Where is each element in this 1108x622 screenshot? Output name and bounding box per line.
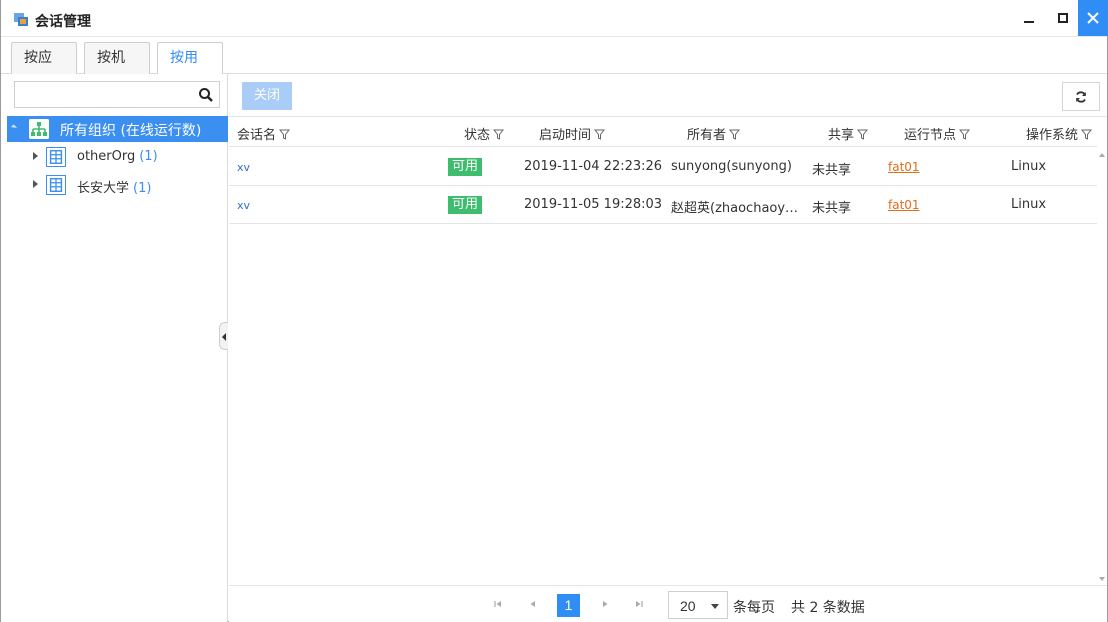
- session-name-link[interactable]: xv: [237, 161, 250, 174]
- window-title: 会话管理: [35, 14, 91, 30]
- tree-node-changan-university[interactable]: 长安大学 (1): [7, 172, 228, 198]
- column-header-os[interactable]: 操作系统: [1026, 124, 1093, 143]
- session-table: 会话名 状态 启动时间 所有者 共享 运行节点 操作系统 xv 可用 2019-…: [229, 116, 1107, 587]
- close-icon: [1087, 12, 1099, 24]
- collapse-left-icon: [222, 333, 226, 341]
- os-cell: Linux: [1011, 159, 1047, 174]
- table-row[interactable]: xv 可用 2019-11-04 22:23:26 sunyong(sunyon…: [229, 148, 1097, 186]
- app-icon: [14, 13, 28, 26]
- start-time-cell: 2019-11-05 19:28:03: [524, 197, 663, 212]
- maximize-button[interactable]: [1045, 0, 1081, 36]
- page-size-select[interactable]: 20: [668, 591, 728, 619]
- close-session-button[interactable]: 关闭: [242, 82, 292, 110]
- owner-cell: 赵超英(zhaochaoy…: [671, 201, 799, 216]
- column-header-shared[interactable]: 共享: [828, 124, 869, 143]
- filter-icon[interactable]: [729, 129, 741, 140]
- node-link[interactable]: fat01: [888, 198, 920, 212]
- vertical-scrollbar[interactable]: [1097, 147, 1107, 587]
- table-header: 会话名 状态 启动时间 所有者 共享 运行节点 操作系统: [229, 117, 1097, 147]
- prev-page-button[interactable]: [525, 596, 541, 612]
- filter-icon[interactable]: [1081, 129, 1093, 140]
- shared-cell: 未共享: [812, 163, 852, 178]
- search-icon[interactable]: [198, 87, 214, 103]
- os-cell: Linux: [1011, 197, 1047, 212]
- owner-cell: sunyong(sunyong): [671, 159, 792, 174]
- sidebar-collapse-handle[interactable]: [219, 322, 228, 350]
- next-page-button[interactable]: [597, 596, 613, 612]
- expand-caret-icon[interactable]: [33, 152, 38, 160]
- column-header-run-node[interactable]: 运行节点: [904, 124, 971, 143]
- session-panel: 关闭 会话名 状态 启动时间 所有者 共享 运行节点 操作系统 xv 可用 20…: [229, 74, 1107, 622]
- tab-by-user[interactable]: 按用户: [157, 42, 223, 96]
- tree-root-all-orgs[interactable]: 所有组织 (在线运行数): [7, 116, 228, 142]
- maximize-icon: [1058, 13, 1068, 23]
- status-badge: 可用: [448, 158, 483, 176]
- column-header-session-name[interactable]: 会话名: [237, 124, 291, 143]
- refresh-button[interactable]: [1062, 82, 1100, 111]
- first-page-icon: [494, 601, 501, 607]
- tree-node-count: (1): [133, 181, 152, 196]
- filter-icon[interactable]: [594, 129, 606, 140]
- search-input[interactable]: [15, 82, 195, 107]
- scroll-up-icon[interactable]: [1099, 153, 1105, 157]
- filter-icon[interactable]: [279, 129, 291, 140]
- prev-page-icon: [530, 601, 535, 607]
- close-window-button[interactable]: [1078, 0, 1108, 36]
- last-page-button[interactable]: [631, 596, 647, 612]
- org-sidebar: 所有组织 (在线运行数) otherOrg (1) 长安大学 (1): [1, 74, 228, 622]
- search-box: [14, 81, 220, 108]
- column-header-owner[interactable]: 所有者: [687, 124, 741, 143]
- shared-cell: 未共享: [812, 201, 852, 216]
- department-icon: [46, 147, 66, 167]
- title-bar: 会话管理: [1, 0, 1108, 37]
- status-badge: 可用: [448, 196, 483, 214]
- tree-node-name: otherOrg: [77, 149, 136, 164]
- column-header-start-time[interactable]: 启动时间: [539, 124, 606, 143]
- tree-node-otherorg[interactable]: otherOrg (1): [7, 144, 228, 170]
- tree-root-label: 所有组织 (在线运行数): [60, 123, 202, 139]
- node-link[interactable]: fat01: [888, 160, 920, 174]
- scroll-down-icon[interactable]: [1099, 577, 1105, 581]
- next-page-icon: [603, 601, 608, 607]
- filter-icon[interactable]: [493, 129, 505, 140]
- tab-by-app[interactable]: 按应用: [11, 42, 77, 96]
- column-header-status[interactable]: 状态: [464, 124, 505, 143]
- per-page-label: 条每页: [733, 600, 775, 616]
- department-icon: [46, 175, 66, 195]
- last-page-icon: [636, 601, 643, 607]
- refresh-icon: [1076, 90, 1086, 103]
- tree-node-name: 长安大学: [77, 181, 130, 196]
- minimize-button[interactable]: [1011, 0, 1047, 36]
- table-row[interactable]: xv 可用 2019-11-05 19:28:03 赵超英(zhaochaoy……: [229, 186, 1097, 224]
- minimize-icon: [1024, 21, 1034, 23]
- filter-icon[interactable]: [857, 129, 869, 140]
- total-count-label: 共 2 条数据: [791, 600, 865, 616]
- current-page[interactable]: 1: [557, 594, 580, 617]
- expand-caret-icon[interactable]: [33, 180, 38, 188]
- session-manager-window: 会话管理 按应用 按机器 按用户: [0, 0, 1108, 622]
- first-page-button[interactable]: [490, 596, 506, 612]
- session-name-link[interactable]: xv: [237, 199, 250, 212]
- org-chart-icon: [29, 119, 49, 139]
- start-time-cell: 2019-11-04 22:23:26: [524, 159, 663, 174]
- tab-by-machine[interactable]: 按机器: [84, 42, 150, 96]
- tab-bar: 按应用 按机器 按用户: [1, 37, 1107, 96]
- filter-icon[interactable]: [959, 129, 971, 140]
- chevron-down-icon: [711, 604, 719, 609]
- tree-node-count: (1): [139, 149, 158, 164]
- pagination-bar: 1 20 条每页 共 2 条数据: [229, 585, 1107, 622]
- page-size-value: 20: [680, 598, 696, 614]
- collapse-caret-icon[interactable]: [10, 124, 18, 131]
